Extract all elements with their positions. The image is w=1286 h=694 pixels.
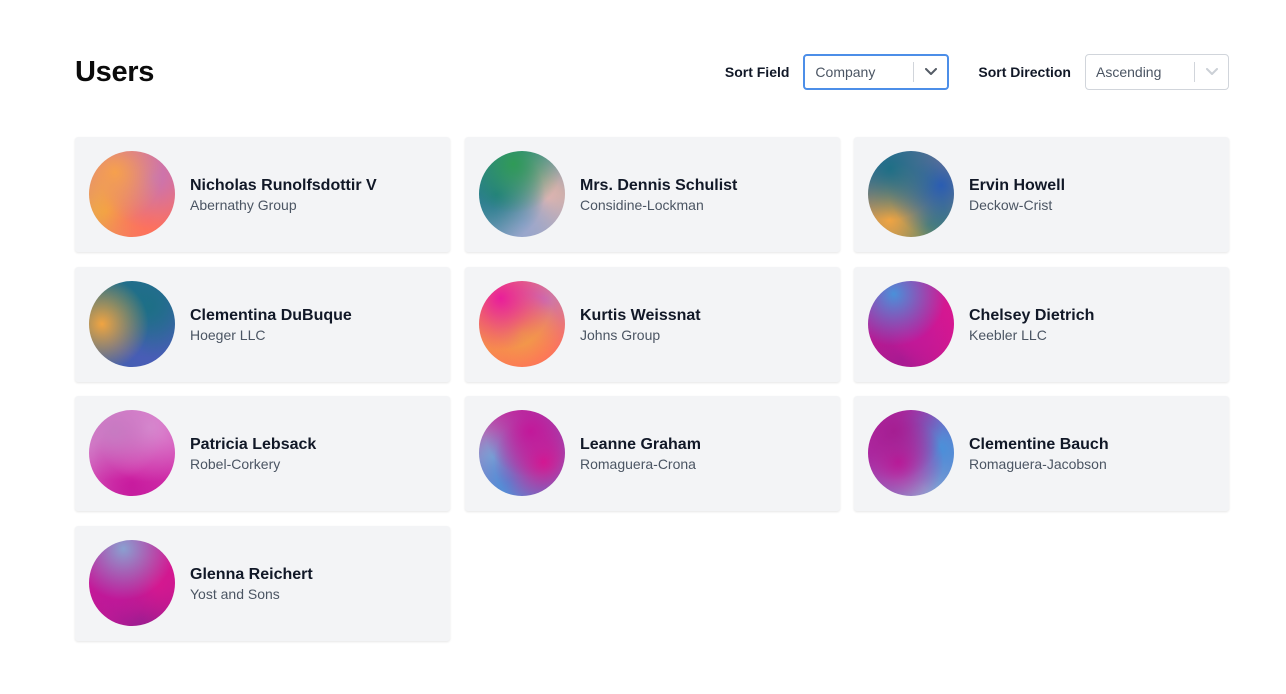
sort-field-value: Company <box>815 64 876 80</box>
avatar <box>89 281 175 367</box>
user-card[interactable]: Patricia Lebsack Robel-Corkery <box>75 396 450 511</box>
user-card-text: Clementina DuBuque Hoeger LLC <box>190 307 352 344</box>
chevron-down-icon[interactable] <box>1195 54 1228 90</box>
sort-direction-value: Ascending <box>1096 64 1162 80</box>
user-card-text: Ervin Howell Deckow-Crist <box>969 177 1065 214</box>
user-name: Clementine Bauch <box>969 436 1109 453</box>
user-card-text: Patricia Lebsack Robel-Corkery <box>190 436 316 473</box>
user-card[interactable]: Mrs. Dennis Schulist Considine-Lockman <box>465 137 840 252</box>
sort-direction-select[interactable]: Ascending <box>1085 54 1229 90</box>
user-company: Abernathy Group <box>190 197 297 213</box>
user-name: Glenna Reichert <box>190 566 313 583</box>
user-company: Considine-Lockman <box>580 197 704 213</box>
user-card[interactable]: Glenna Reichert Yost and Sons <box>75 526 450 641</box>
avatar <box>868 410 954 496</box>
user-name: Leanne Graham <box>580 436 701 453</box>
avatar <box>89 410 175 496</box>
user-name: Clementina DuBuque <box>190 307 352 324</box>
user-name: Chelsey Dietrich <box>969 307 1095 324</box>
user-company: Romaguera-Jacobson <box>969 456 1107 472</box>
sort-direction-label: Sort Direction <box>978 64 1071 80</box>
avatar <box>89 540 175 626</box>
user-card-text: Nicholas Runolfsdottir V Abernathy Group <box>190 177 377 214</box>
user-company: Hoeger LLC <box>190 327 266 343</box>
user-card-text: Chelsey Dietrich Keebler LLC <box>969 307 1094 344</box>
user-company: Johns Group <box>580 327 661 343</box>
user-card-text: Glenna Reichert Yost and Sons <box>190 566 313 603</box>
user-card[interactable]: Nicholas Runolfsdottir V Abernathy Group <box>75 137 450 252</box>
user-card[interactable]: Kurtis Weissnat Johns Group <box>465 267 840 382</box>
sort-field-label: Sort Field <box>724 64 790 80</box>
avatar <box>479 151 565 237</box>
page-header: Users Sort Field Company Sort Direction … <box>75 52 1229 92</box>
user-company: Robel-Corkery <box>190 456 281 472</box>
user-card[interactable]: Leanne Graham Romaguera-Crona <box>465 396 840 511</box>
user-card-text: Leanne Graham Romaguera-Crona <box>580 436 701 473</box>
avatar <box>479 410 565 496</box>
user-name: Patricia Lebsack <box>190 436 317 453</box>
user-card-text: Clementine Bauch Romaguera-Jacobson <box>969 436 1109 473</box>
user-card[interactable]: Ervin Howell Deckow-Crist <box>854 137 1229 252</box>
user-company: Yost and Sons <box>190 586 280 602</box>
user-card-text: Mrs. Dennis Schulist Considine-Lockman <box>580 177 737 214</box>
page-title: Users <box>75 56 155 88</box>
sort-controls: Sort Field Company Sort Direction Ascend… <box>725 54 1229 90</box>
user-company: Keebler LLC <box>969 327 1047 343</box>
user-name: Kurtis Weissnat <box>580 307 701 324</box>
user-company: Romaguera-Crona <box>580 456 696 472</box>
avatar <box>868 151 954 237</box>
user-name: Mrs. Dennis Schulist <box>580 177 738 194</box>
avatar <box>89 151 175 237</box>
user-card[interactable]: Clementine Bauch Romaguera-Jacobson <box>854 396 1229 511</box>
chevron-down-icon[interactable] <box>914 54 947 90</box>
user-card[interactable]: Clementina DuBuque Hoeger LLC <box>75 267 450 382</box>
avatar <box>868 281 954 367</box>
user-company: Deckow-Crist <box>969 197 1053 213</box>
user-card-text: Kurtis Weissnat Johns Group <box>580 307 701 344</box>
user-name: Nicholas Runolfsdottir V <box>190 177 377 194</box>
user-name: Ervin Howell <box>969 177 1066 194</box>
avatar <box>479 281 565 367</box>
user-card[interactable]: Chelsey Dietrich Keebler LLC <box>854 267 1229 382</box>
sort-field-select[interactable]: Company <box>803 54 950 90</box>
